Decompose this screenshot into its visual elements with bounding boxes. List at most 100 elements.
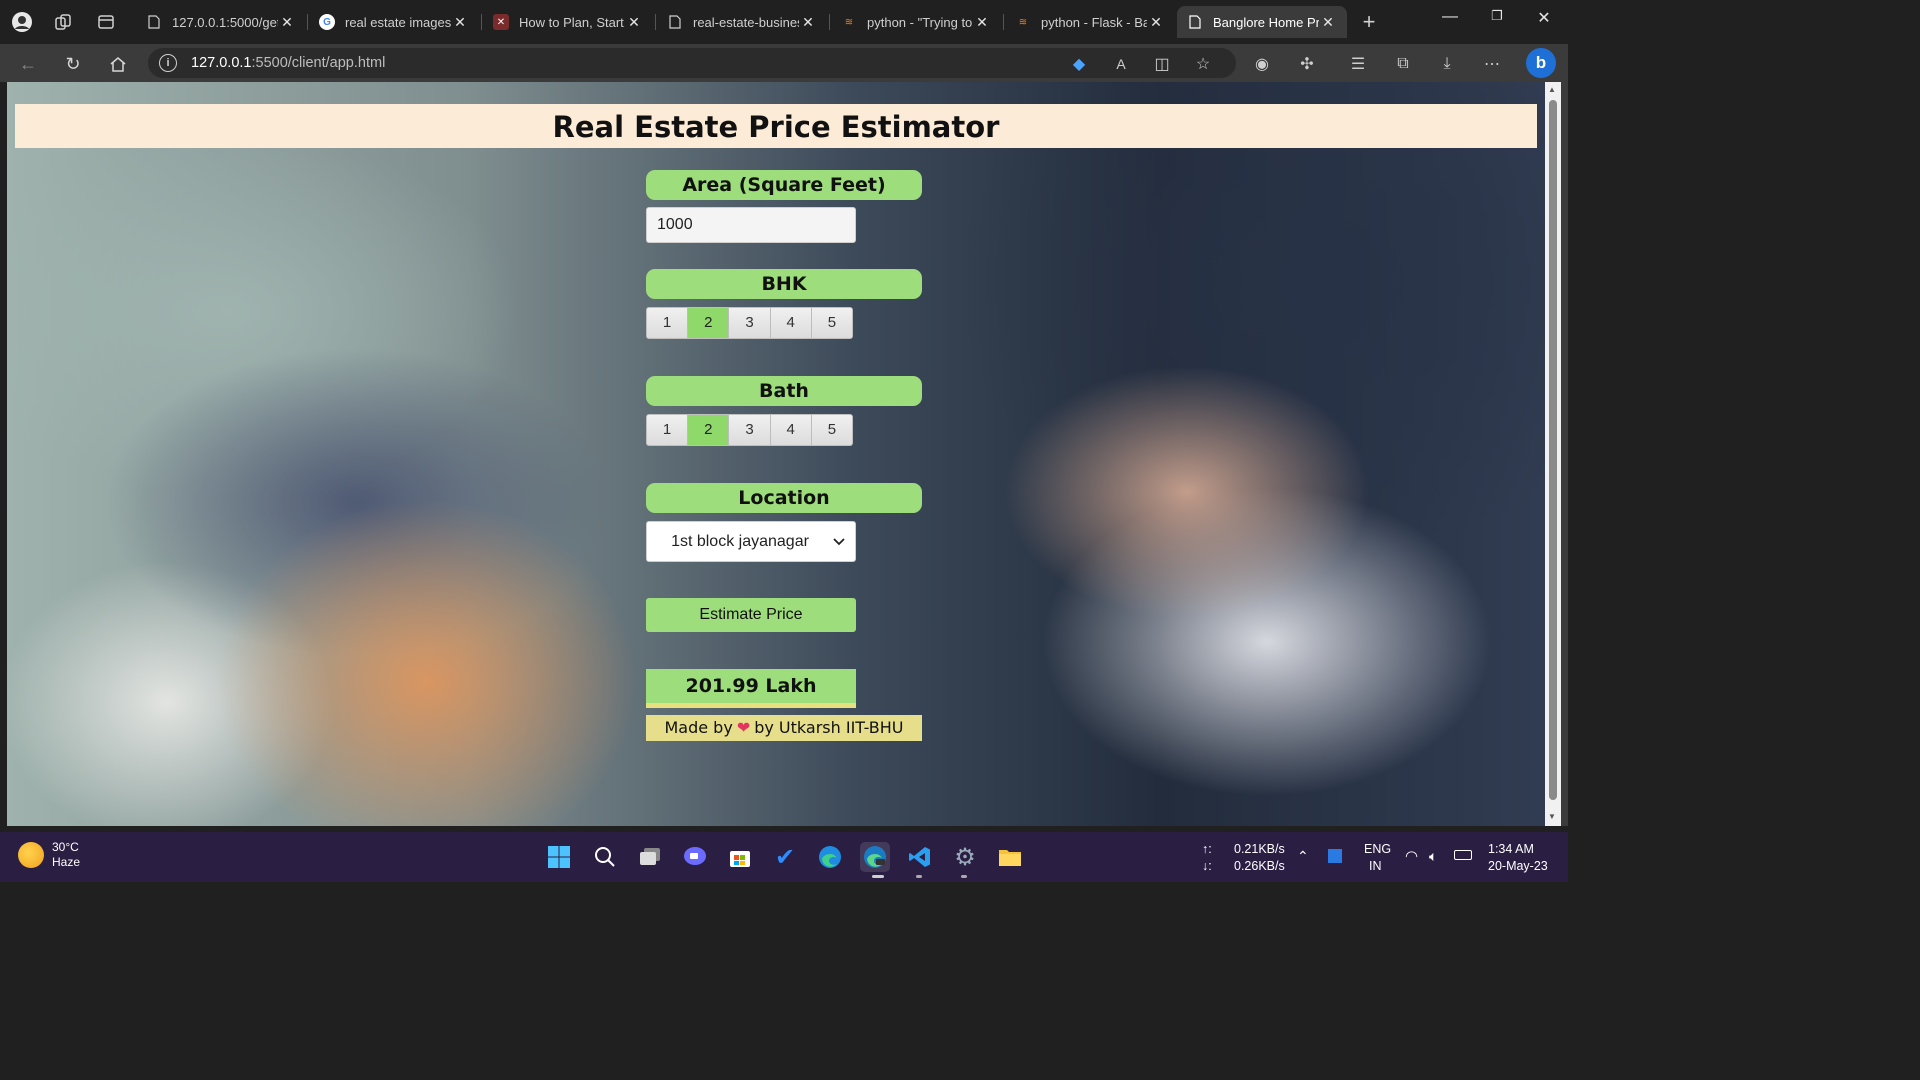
bhk-label: BHK <box>646 269 922 299</box>
back-icon[interactable]: ← <box>16 52 40 76</box>
page-icon <box>667 14 683 30</box>
tab-title: How to Plan, Start, ( <box>519 14 625 30</box>
bath-option-2[interactable]: 2 <box>688 415 730 445</box>
google-icon: G <box>319 14 335 30</box>
bhk-option-3[interactable]: 3 <box>729 308 771 338</box>
file-explorer-icon[interactable] <box>995 842 1025 872</box>
bath-option-5[interactable]: 5 <box>811 415 852 445</box>
volume-icon[interactable]: 🔈︎ <box>1429 848 1437 865</box>
bath-selector: 1 2 3 4 5 <box>646 414 853 446</box>
tab-title: real-estate-busines <box>693 14 799 30</box>
tab-title: python - Flask - Ba <box>1041 14 1147 30</box>
net-up-speed: 0.21KB/s <box>1234 842 1285 856</box>
bhk-option-4[interactable]: 4 <box>770 308 812 338</box>
chat-icon[interactable] <box>680 842 710 872</box>
settings-gear-icon[interactable]: ⚙ <box>950 842 980 872</box>
footer-prefix: Made by <box>664 718 733 737</box>
coupon-tag-icon[interactable]: ◆ <box>1068 53 1090 75</box>
browser-tab[interactable]: ≋ python - "Trying to ✕ <box>831 6 1001 38</box>
browser-tab-active[interactable]: Banglore Home Pric ✕ <box>1177 6 1347 38</box>
maximize-icon[interactable]: ❐ <box>1474 8 1520 24</box>
close-tab-icon[interactable]: ✕ <box>1319 14 1337 31</box>
language-region[interactable]: IN <box>1369 858 1382 875</box>
search-icon[interactable] <box>590 842 620 872</box>
site-info-icon[interactable]: i <box>159 54 177 72</box>
profile-avatar-icon[interactable] <box>11 11 33 33</box>
task-view-icon[interactable] <box>635 842 665 872</box>
refresh-icon[interactable]: ↻ <box>61 52 85 76</box>
close-tab-icon[interactable]: ✕ <box>1147 14 1165 31</box>
browser-tab[interactable]: ✕ How to Plan, Start, ( ✕ <box>483 6 653 38</box>
heart-icon: ❤ <box>736 718 751 737</box>
tray-app-icon[interactable] <box>1328 849 1342 863</box>
start-windows-icon[interactable] <box>544 842 574 872</box>
bhk-option-2[interactable]: 2 <box>688 308 730 338</box>
read-aloud-icon[interactable]: A <box>1110 53 1132 75</box>
tab-title: Banglore Home Pric <box>1213 14 1319 30</box>
vscode-icon[interactable] <box>905 842 935 872</box>
language-primary[interactable]: ENG <box>1364 841 1391 858</box>
net-down-speed: 0.26KB/s <box>1234 859 1285 873</box>
bath-label: Bath <box>646 376 922 406</box>
upload-arrow-icon: ↑: <box>1202 842 1212 856</box>
more-options-icon[interactable]: ⋯ <box>1481 53 1503 75</box>
favorite-star-icon[interactable]: ☆ <box>1192 53 1214 75</box>
favorites-icon[interactable]: ☰ <box>1347 53 1369 75</box>
page-scrollbar[interactable]: ▲ ▼ <box>1545 82 1561 826</box>
bhk-option-1[interactable]: 1 <box>647 308 689 338</box>
bath-option-4[interactable]: 4 <box>770 415 812 445</box>
browser-tab[interactable]: G real estate images ✕ <box>309 6 479 38</box>
workspaces-icon[interactable] <box>52 11 74 33</box>
tab-title: real estate images <box>345 14 451 30</box>
bath-option-1[interactable]: 1 <box>647 415 689 445</box>
browser-tab-bar: 127.0.0.1:5000/get_ ✕ G real estate imag… <box>0 0 1568 44</box>
extension-icon[interactable]: ◉ <box>1251 53 1273 75</box>
close-tab-icon[interactable]: ✕ <box>799 14 817 31</box>
scroll-down-icon[interactable]: ▼ <box>1548 812 1556 821</box>
todo-check-icon[interactable]: ✔ <box>770 842 800 872</box>
url-text[interactable]: 127.0.0.1:5500/client/app.html <box>191 55 385 71</box>
split-screen-icon[interactable]: ◫ <box>1151 53 1173 75</box>
clock-time[interactable]: 1:34 AM <box>1488 841 1534 858</box>
downloads-icon[interactable]: ⤓ <box>1436 53 1458 75</box>
location-selected-value: 1st block jayanagar <box>671 532 809 550</box>
bath-option-3[interactable]: 3 <box>729 415 771 445</box>
weather-widget[interactable]: 30°C Haze <box>18 840 80 870</box>
page-title: Real Estate Price Estimator <box>552 110 1000 144</box>
location-select[interactable]: 1st block jayanagar <box>646 521 856 562</box>
scrollbar-thumb[interactable] <box>1549 100 1557 800</box>
show-hidden-icons-chevron[interactable]: ⌃ <box>1297 848 1309 865</box>
weather-temp: 30°C <box>52 840 79 854</box>
collections-icon[interactable]: ⧉ <box>1392 53 1414 75</box>
close-tab-icon[interactable]: ✕ <box>451 14 469 31</box>
extensions-puzzle-icon[interactable]: ✣ <box>1296 53 1318 75</box>
browser-tab[interactable]: real-estate-busines ✕ <box>657 6 827 38</box>
microsoft-store-icon[interactable] <box>725 842 755 872</box>
weather-desc: Haze <box>52 855 81 869</box>
close-tab-icon[interactable]: ✕ <box>625 14 643 31</box>
close-tab-icon[interactable]: ✕ <box>973 14 991 31</box>
home-icon[interactable] <box>106 52 130 76</box>
edge-dev-icon[interactable] <box>860 842 890 872</box>
browser-tab[interactable]: ≋ python - Flask - Ba ✕ <box>1005 6 1175 38</box>
area-input[interactable]: 1000 <box>646 207 856 243</box>
edge-icon[interactable] <box>815 842 845 872</box>
minimize-icon[interactable]: — <box>1427 8 1473 26</box>
scroll-up-icon[interactable]: ▲ <box>1548 85 1556 94</box>
clock-date[interactable]: 20-May-23 <box>1488 858 1548 875</box>
address-toolbar: ← ↻ i 127.0.0.1:5500/client/app.html ◆ A… <box>0 44 1568 82</box>
bhk-option-5[interactable]: 5 <box>811 308 852 338</box>
close-window-icon[interactable]: ✕ <box>1521 8 1567 28</box>
bing-copilot-icon[interactable]: b <box>1526 48 1556 78</box>
page-header: Real Estate Price Estimator <box>15 104 1537 148</box>
browser-tab[interactable]: 127.0.0.1:5000/get_ ✕ <box>136 6 306 38</box>
bhk-selector: 1 2 3 4 5 <box>646 307 853 339</box>
estimate-price-button[interactable]: Estimate Price <box>646 598 856 632</box>
vertical-tabs-icon[interactable] <box>95 11 117 33</box>
new-tab-icon[interactable]: + <box>1358 9 1380 34</box>
wifi-icon[interactable]: ◠ <box>1405 848 1418 865</box>
battery-icon[interactable] <box>1454 850 1472 860</box>
close-tab-icon[interactable]: ✕ <box>278 14 296 31</box>
tab-title: python - "Trying to <box>867 14 973 30</box>
page-icon <box>1187 14 1203 30</box>
